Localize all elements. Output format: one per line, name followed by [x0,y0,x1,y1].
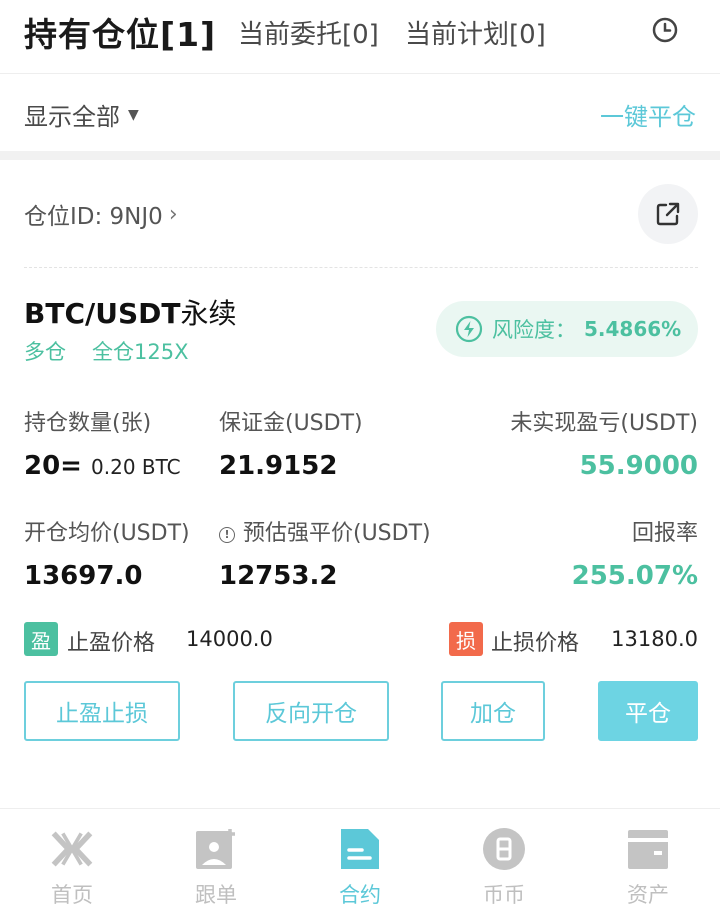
spot-icon [482,827,526,871]
take-profit-value: 14000.0 [186,627,273,651]
risk-badge: 风险度： 5.4866% [436,301,698,357]
pnl-label: 未实现盈亏(USDT) [510,411,698,436]
show-all-dropdown[interactable]: 显示全部 ▼ [24,97,139,132]
nav-assets[interactable]: 资产 [576,809,720,920]
risk-value: 5.4866% [584,317,682,341]
close-position-button[interactable]: 平仓 [598,681,698,741]
tab-open-orders[interactable]: 当前委托[0] [238,14,379,51]
dashed-divider [24,267,698,268]
entry-price-value: 13697.0 [24,561,143,591]
qty-value: 20= [24,451,82,481]
nav-copy-trade[interactable]: 跟单 [144,809,288,920]
risk-label: 风险度： [492,318,576,342]
nav-spot[interactable]: 币币 [432,809,576,920]
margin-value: 21.9152 [219,451,338,481]
position-id-link[interactable]: 仓位ID: 9NJ0 › [24,197,178,231]
qty-label: 持仓数量(张) [24,411,152,436]
history-clock-icon[interactable] [650,15,680,45]
entry-price-label: 开仓均价(USDT) [24,521,190,546]
contract-pair: BTC/USDT永续 [24,292,236,332]
margin-mode-tag: 全仓125X [92,340,189,364]
close-all-button[interactable]: 一键平仓 [600,97,696,132]
bottom-nav: 首页 跟单 合约 币币 资产 [0,808,720,920]
position-id-label: 仓位ID: 9NJ0 [24,204,163,230]
wallet-icon [626,827,670,871]
caret-down-icon: ▼ [128,106,139,123]
position-tags: 多仓 全仓125X [24,336,188,366]
add-position-button[interactable]: 加仓 [441,681,545,741]
liq-price-label-group[interactable]: ! 预估强平价(USDT) [219,515,431,547]
nav-home-label: 首页 [51,883,93,907]
chevron-right-icon: › [168,201,178,227]
share-button[interactable] [638,184,698,244]
nav-contract-label: 合约 [339,883,381,907]
take-profit-badge: 盈 [24,622,58,656]
nav-copy-trade-label: 跟单 [195,883,237,907]
stop-loss-label: 止损价格 [491,631,580,656]
stop-loss-value: 13180.0 [611,627,698,651]
stop-loss-badge: 损 [449,622,483,656]
contract-icon [338,827,382,871]
pair-symbol: BTC/USDT [24,297,181,330]
tab-positions[interactable]: 持有仓位[1] [24,8,216,56]
tp-sl-button[interactable]: 止盈止损 [24,681,180,741]
pnl-value: 55.9000 [579,451,698,481]
qty-value-group: 20= 0.20 BTC [24,451,181,481]
share-external-icon [656,202,680,226]
take-profit-label: 止盈价格 [67,631,156,656]
tab-plans[interactable]: 当前计划[0] [405,14,546,51]
show-all-label: 显示全部 [24,103,120,131]
lightning-circle-icon [455,315,483,343]
filter-row: 显示全部 ▼ 一键平仓 [0,75,720,151]
roe-value: 255.07% [571,561,698,591]
pair-suffix: 永续 [180,297,237,330]
nav-assets-label: 资产 [627,883,669,907]
nav-spot-label: 币币 [483,883,525,907]
liq-price-label: 预估强平价(USDT) [243,521,431,546]
section-separator [0,151,720,160]
side-tag: 多仓 [24,340,66,364]
home-x-icon [50,827,94,871]
margin-label: 保证金(USDT) [219,411,363,436]
copy-trade-icon [194,827,238,871]
nav-home[interactable]: 首页 [0,809,144,920]
info-icon: ! [219,527,235,543]
nav-contract[interactable]: 合约 [288,809,432,920]
liq-price-value: 12753.2 [219,561,338,591]
position-tabs: 持有仓位[1] 当前委托[0] 当前计划[0] [0,0,720,74]
qty-btc: 0.20 BTC [91,455,181,479]
roe-label: 回报率 [631,521,698,546]
reverse-open-button[interactable]: 反向开仓 [233,681,389,741]
